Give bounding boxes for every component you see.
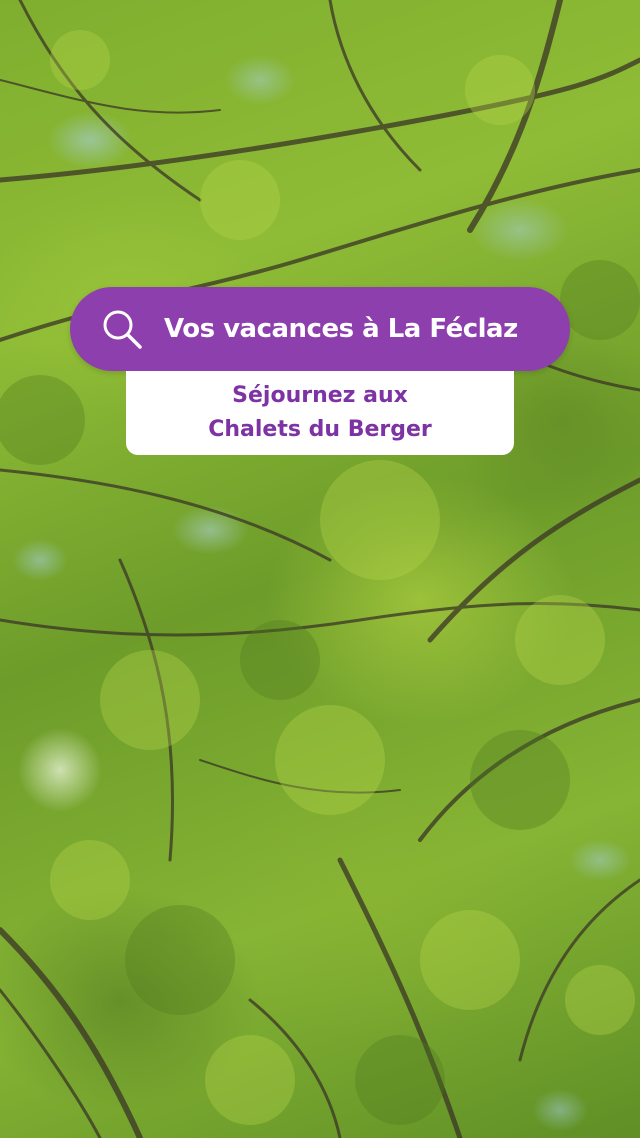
background-photo: Vos vacances à La Féclaz Séjournez aux C… bbox=[0, 0, 640, 1138]
tree-canopy-illustration bbox=[0, 0, 640, 1138]
subtitle-line-2: Chalets du Berger bbox=[208, 417, 432, 442]
subtitle-card: Séjournez aux Chalets du Berger bbox=[126, 371, 514, 455]
search-icon bbox=[103, 310, 142, 349]
search-bar: Vos vacances à La Féclaz bbox=[70, 287, 570, 371]
search-query-text: Vos vacances à La Féclaz bbox=[164, 314, 518, 344]
subtitle-line-1: Séjournez aux bbox=[232, 383, 408, 408]
